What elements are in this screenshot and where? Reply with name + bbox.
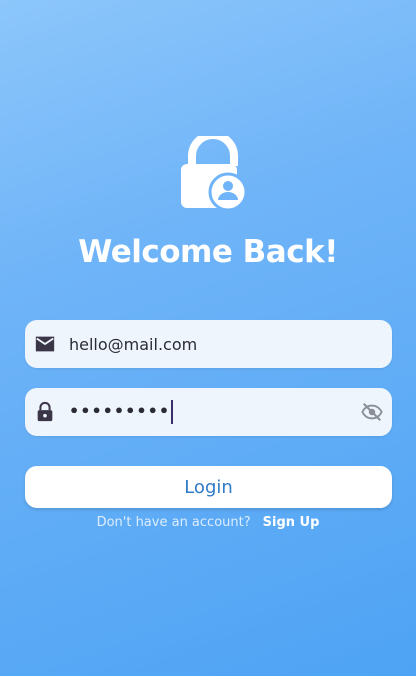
login-screen: Welcome Back! hello@mail.com ••••••••• L… xyxy=(0,0,416,676)
mail-icon xyxy=(34,333,56,355)
lock-user-icon xyxy=(180,136,246,212)
eye-off-icon[interactable] xyxy=(360,400,384,424)
password-input[interactable]: ••••••••• xyxy=(69,400,360,424)
text-caret xyxy=(171,400,174,424)
login-button[interactable]: Login xyxy=(25,466,392,508)
email-input[interactable]: hello@mail.com xyxy=(69,335,392,354)
signup-row: Don't have an account? Sign Up xyxy=(0,515,416,530)
lock-icon xyxy=(34,401,56,423)
password-field[interactable]: ••••••••• xyxy=(25,388,392,436)
signup-link[interactable]: Sign Up xyxy=(263,515,320,530)
signup-prompt: Don't have an account? xyxy=(96,515,251,530)
email-field[interactable]: hello@mail.com xyxy=(25,320,392,368)
page-title: Welcome Back! xyxy=(78,234,338,270)
